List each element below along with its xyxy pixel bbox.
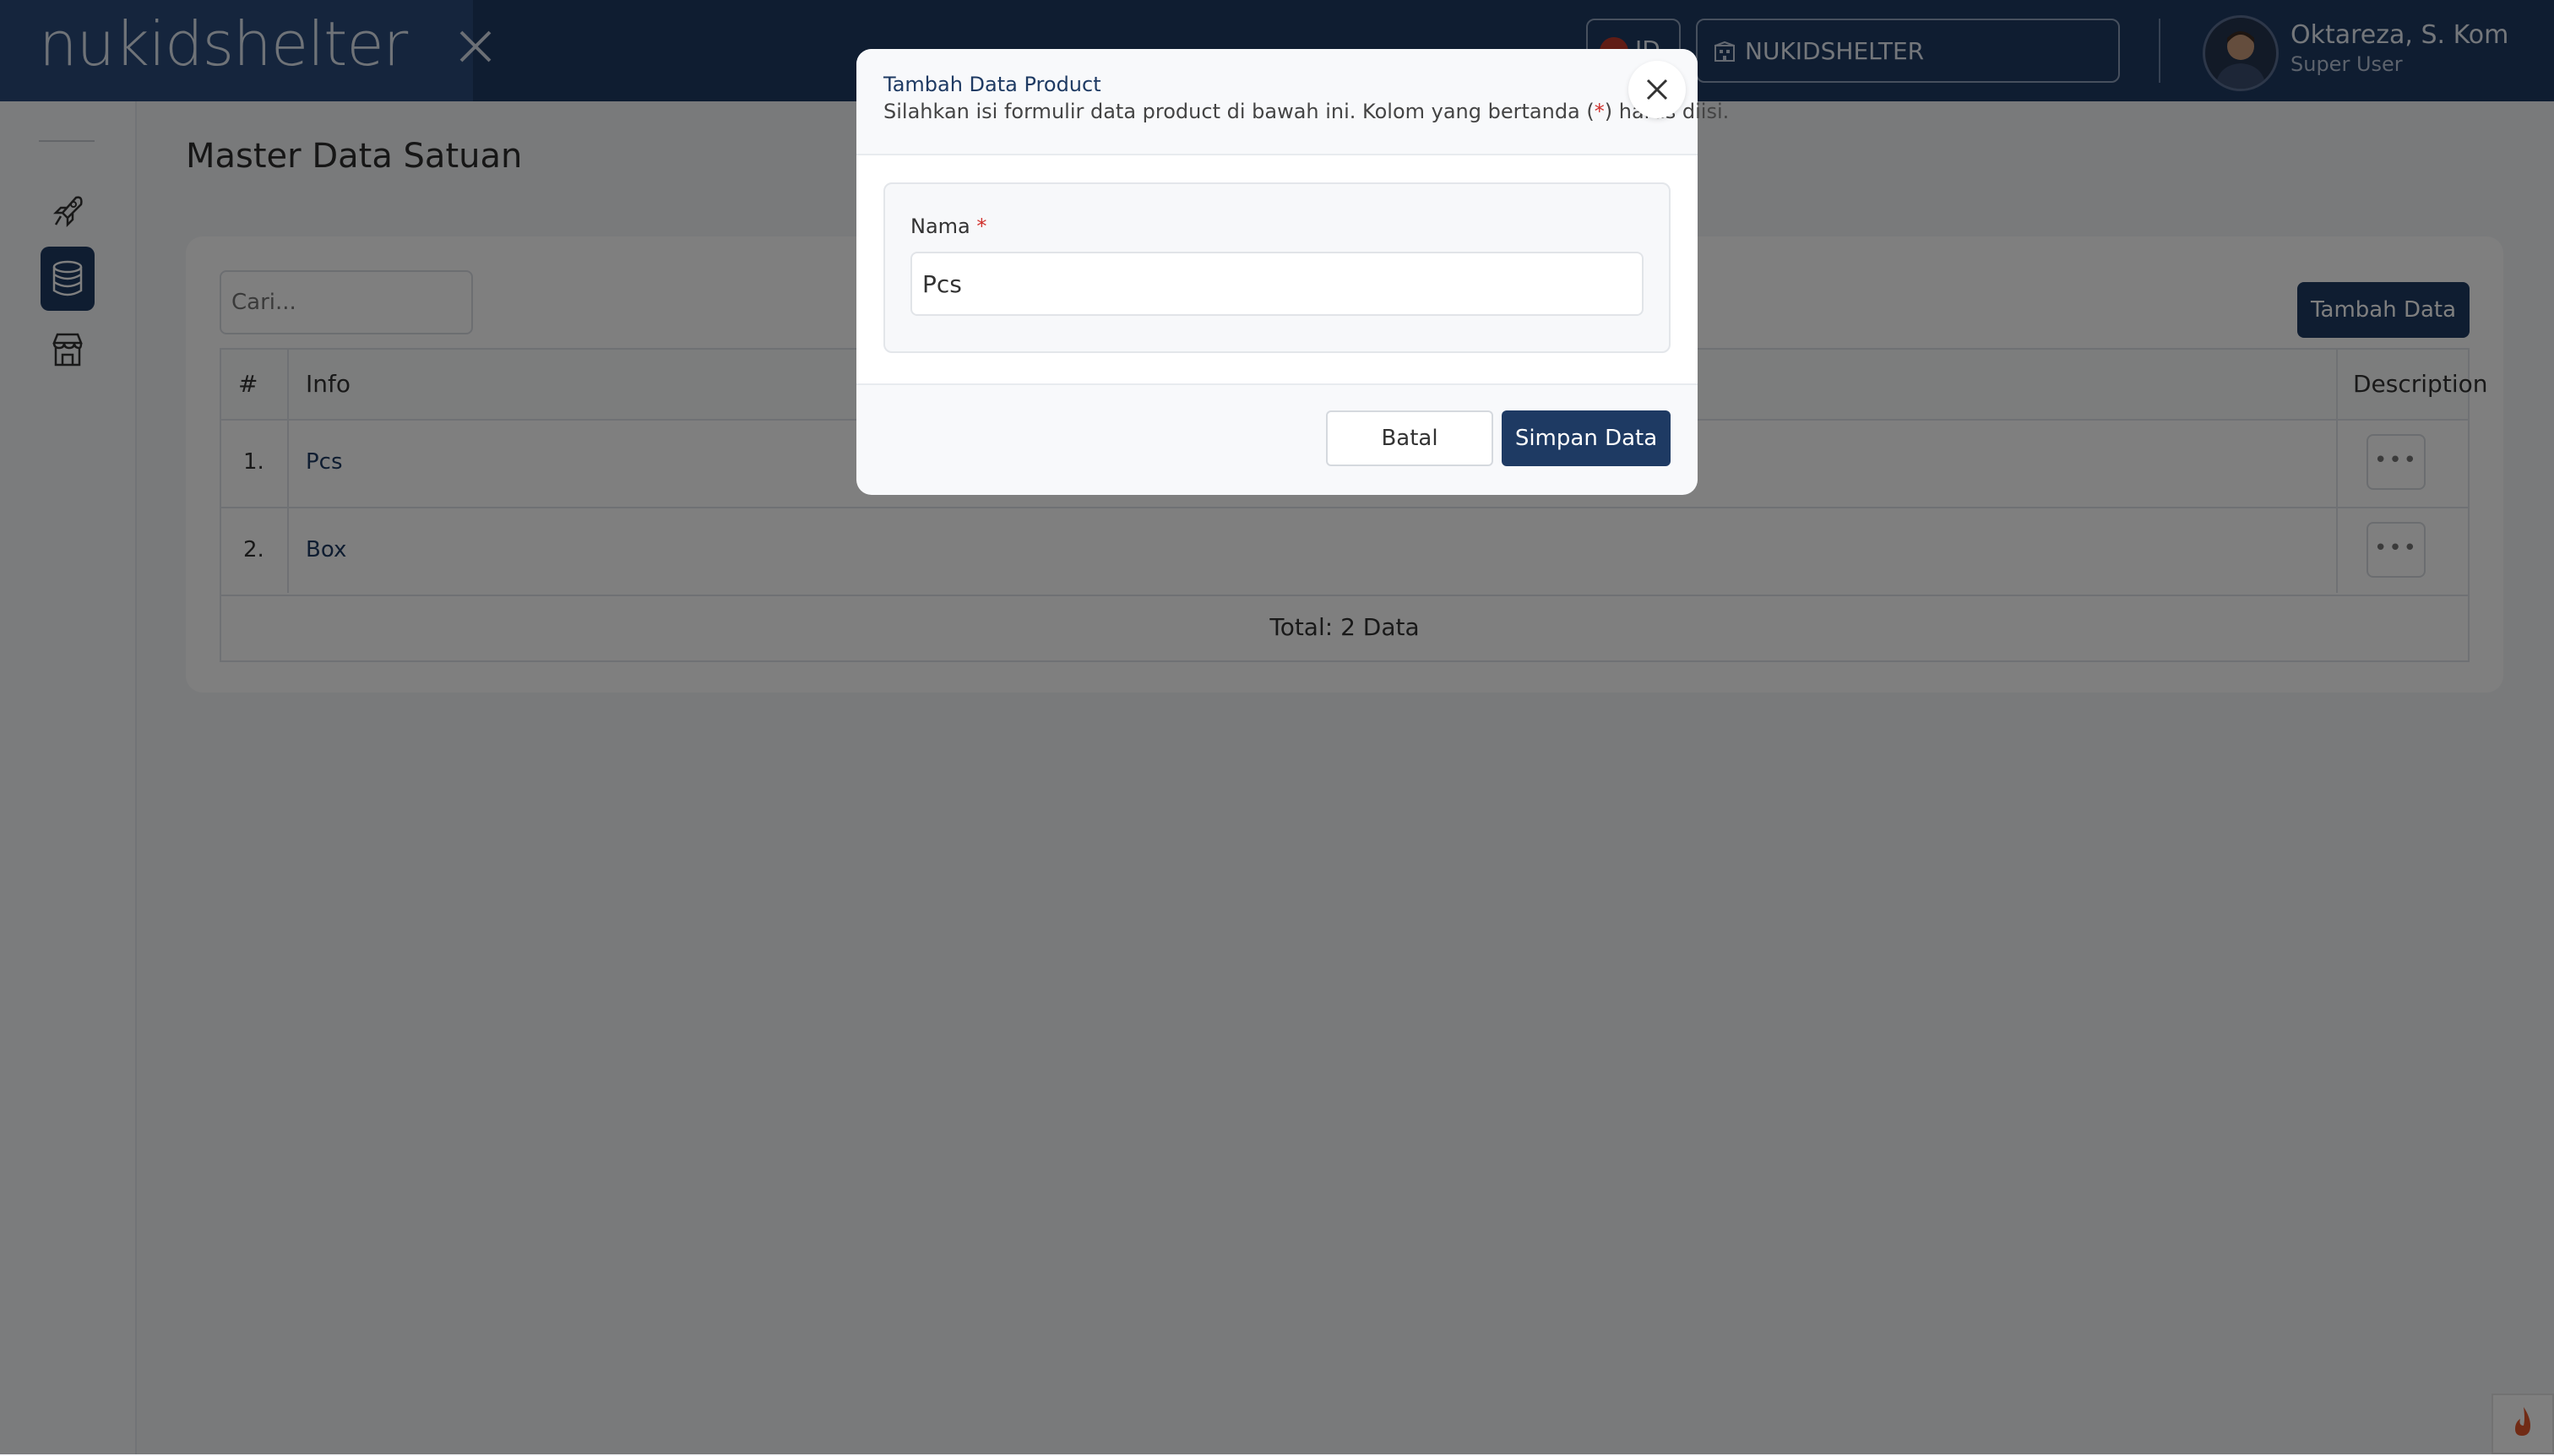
required-star: *	[976, 215, 987, 238]
modal-subtitle: Silahkan isi formulir data product di ba…	[883, 100, 1729, 123]
add-product-modal: Tambah Data Product Silahkan isi formuli…	[856, 49, 1729, 495]
form-panel: Nama *	[883, 182, 1671, 353]
name-field-label: Nama *	[910, 215, 986, 238]
save-button[interactable]: Simpan Data	[1502, 410, 1671, 466]
modal-header: Tambah Data Product Silahkan isi formuli…	[856, 49, 1729, 155]
subtitle-text: Silahkan isi formulir data product di ba…	[883, 100, 1595, 123]
name-input[interactable]	[910, 252, 1644, 316]
cancel-button[interactable]: Batal	[1326, 410, 1493, 466]
modal-close-button[interactable]	[1628, 61, 1686, 118]
modal-title: Tambah Data Product	[883, 73, 1101, 96]
required-star: *	[1594, 100, 1605, 123]
label-text: Nama	[910, 215, 970, 238]
close-icon	[1646, 79, 1668, 101]
modal-footer: Batal Simpan Data	[856, 383, 1698, 495]
